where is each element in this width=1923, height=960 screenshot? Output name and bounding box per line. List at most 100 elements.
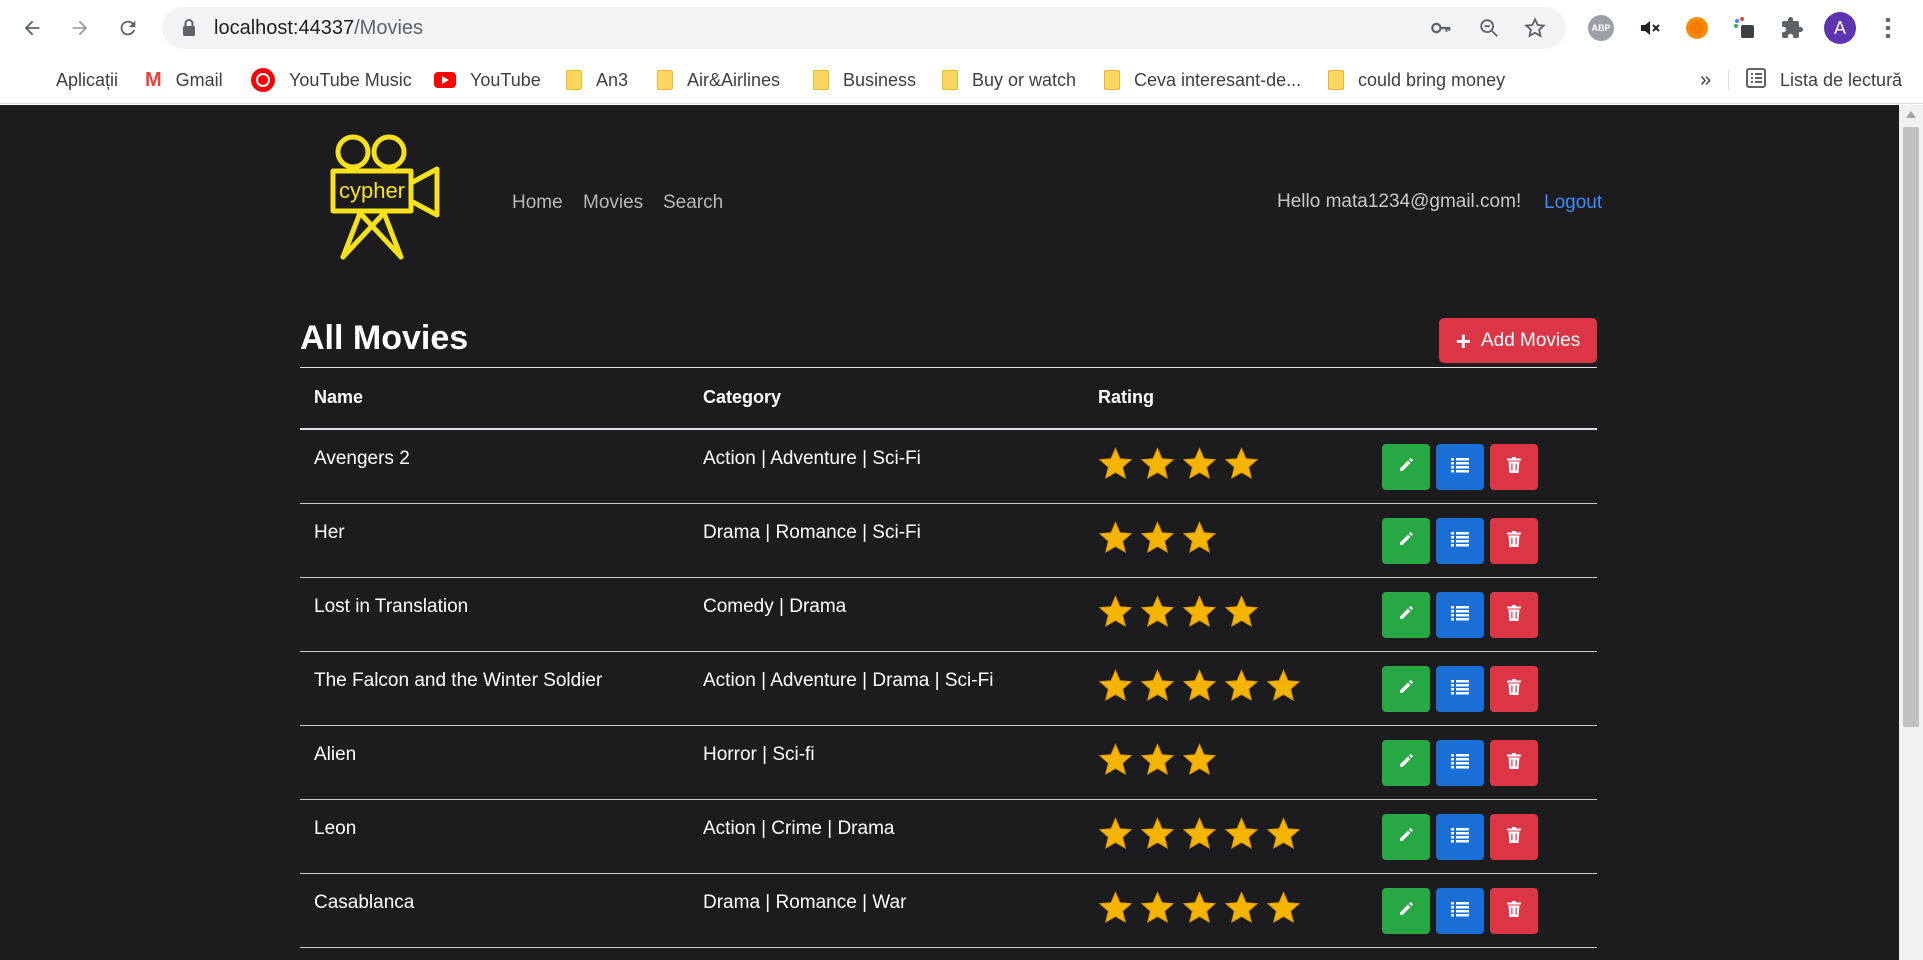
star-icon: [1140, 891, 1175, 924]
details-button[interactable]: [1436, 518, 1484, 564]
trash-icon: [1507, 678, 1521, 700]
row-actions: [1382, 888, 1538, 934]
delete-button[interactable]: [1490, 888, 1538, 934]
profile-avatar[interactable]: A: [1824, 12, 1856, 44]
edit-button[interactable]: [1382, 888, 1430, 934]
trash-icon: [1507, 826, 1521, 848]
scroll-up-arrow-icon[interactable]: [1906, 111, 1916, 118]
movie-category: Horror | Sci-fi: [703, 744, 815, 765]
movie-rating: [1098, 520, 1217, 555]
address-bar[interactable]: localhost:44337/Movies: [162, 7, 1566, 49]
movie-category: Action | Adventure | Drama | Sci-Fi: [703, 670, 994, 691]
bookmark-ceva-interesant[interactable]: Ceva interesant-de...: [1104, 65, 1301, 95]
bookmark-youtube[interactable]: YouTube: [434, 65, 541, 95]
adblock-plus-icon[interactable]: ABP: [1585, 12, 1617, 44]
delete-button[interactable]: [1490, 444, 1538, 490]
folder-icon: [566, 70, 582, 90]
reload-icon[interactable]: [110, 10, 146, 46]
details-button[interactable]: [1436, 444, 1484, 490]
details-button[interactable]: [1436, 888, 1484, 934]
cypher-logo[interactable]: cypher: [330, 131, 442, 261]
row-actions: [1382, 518, 1538, 564]
lock-icon: [183, 19, 195, 36]
trash-icon: [1507, 456, 1521, 478]
add-movies-label: Add Movies: [1480, 329, 1581, 351]
edit-button[interactable]: [1382, 444, 1430, 490]
logout-link[interactable]: Logout: [1544, 192, 1602, 214]
movie-category: Action | Adventure | Sci-Fi: [703, 448, 921, 469]
password-key-icon[interactable]: [1428, 16, 1454, 40]
nav-movies[interactable]: Movies: [583, 192, 643, 214]
edit-button[interactable]: [1382, 814, 1430, 860]
edit-button[interactable]: [1382, 592, 1430, 638]
star-icon: [1140, 817, 1175, 850]
pencil-icon: [1398, 753, 1414, 774]
delete-button[interactable]: [1490, 814, 1538, 860]
bookmark-an3[interactable]: An3: [566, 65, 628, 95]
movie-name: Lost in Translation: [314, 596, 469, 617]
details-button[interactable]: [1436, 592, 1484, 638]
delete-button[interactable]: [1490, 518, 1538, 564]
forward-icon[interactable]: [62, 10, 98, 46]
bookmark-gmail[interactable]: M Gmail: [145, 65, 223, 95]
bookmark-buy-or-watch[interactable]: Buy or watch: [942, 65, 1076, 95]
delete-button[interactable]: [1490, 592, 1538, 638]
list-icon: [1451, 531, 1469, 552]
list-icon: [1451, 827, 1469, 848]
star-icon: [1266, 669, 1301, 702]
table-row: Lost in Translation Comedy | Drama: [300, 578, 1597, 652]
star-icon: [1266, 891, 1301, 924]
star-icon: [1182, 891, 1217, 924]
pencil-icon: [1398, 605, 1414, 626]
delete-button[interactable]: [1490, 740, 1538, 786]
bookmark-star-icon[interactable]: [1522, 16, 1548, 40]
bookmark-business[interactable]: Business: [813, 65, 916, 95]
vertical-scrollbar[interactable]: [1899, 105, 1923, 960]
bookmark-air-airlines[interactable]: Air&Airlines: [657, 65, 780, 95]
movie-category: Comedy | Drama: [703, 596, 847, 617]
scrollbar-thumb[interactable]: [1903, 127, 1919, 727]
extensions-puzzle-icon[interactable]: [1776, 12, 1808, 44]
edit-button[interactable]: [1382, 666, 1430, 712]
table-row: Avengers 2 Action | Adventure | Sci-Fi: [300, 430, 1597, 504]
star-icon: [1224, 447, 1259, 480]
star-icon: [1182, 669, 1217, 702]
gmail-icon: M: [145, 68, 162, 91]
trash-icon: [1507, 752, 1521, 774]
movie-category: Action | Crime | Drama: [703, 818, 895, 839]
movie-name: Her: [314, 522, 345, 543]
mute-tab-icon[interactable]: [1634, 12, 1666, 44]
details-button[interactable]: [1436, 666, 1484, 712]
star-icon: [1224, 891, 1259, 924]
trash-icon: [1507, 530, 1521, 552]
star-icon: [1140, 521, 1175, 554]
back-icon[interactable]: [14, 10, 50, 46]
delete-button[interactable]: [1490, 666, 1538, 712]
movie-rating: [1098, 816, 1301, 851]
movies-table: Name Category Rating Avengers 2 Action | …: [300, 367, 1597, 948]
edit-button[interactable]: [1382, 518, 1430, 564]
bookmark-youtube-music[interactable]: YouTube Music: [251, 65, 412, 95]
header-rating: Rating: [1098, 387, 1154, 407]
row-actions: [1382, 740, 1538, 786]
orange-extension-icon[interactable]: [1681, 12, 1713, 44]
bookmark-could-bring-money[interactable]: could bring money: [1328, 65, 1505, 95]
reading-list[interactable]: Lista de lectură: [1746, 65, 1902, 95]
page-title: All Movies: [300, 319, 469, 357]
add-movies-button[interactable]: + Add Movies: [1439, 318, 1597, 363]
colorful-extension-icon[interactable]: [1728, 12, 1760, 44]
details-button[interactable]: [1436, 814, 1484, 860]
pencil-icon: [1398, 901, 1414, 922]
edit-button[interactable]: [1382, 740, 1430, 786]
details-button[interactable]: [1436, 740, 1484, 786]
zoom-icon[interactable]: [1476, 16, 1502, 40]
nav-home[interactable]: Home: [512, 192, 563, 214]
nav-search[interactable]: Search: [663, 192, 723, 214]
movie-name: Casablanca: [314, 892, 415, 913]
table-row: Leon Action | Crime | Drama: [300, 800, 1597, 874]
browser-menu-icon[interactable]: [1872, 12, 1904, 44]
more-bookmarks-chevron-icon[interactable]: »: [1700, 65, 1711, 95]
bookmark-apps[interactable]: Aplicații: [22, 65, 118, 95]
star-icon: [1098, 447, 1133, 480]
star-icon: [1182, 521, 1217, 554]
